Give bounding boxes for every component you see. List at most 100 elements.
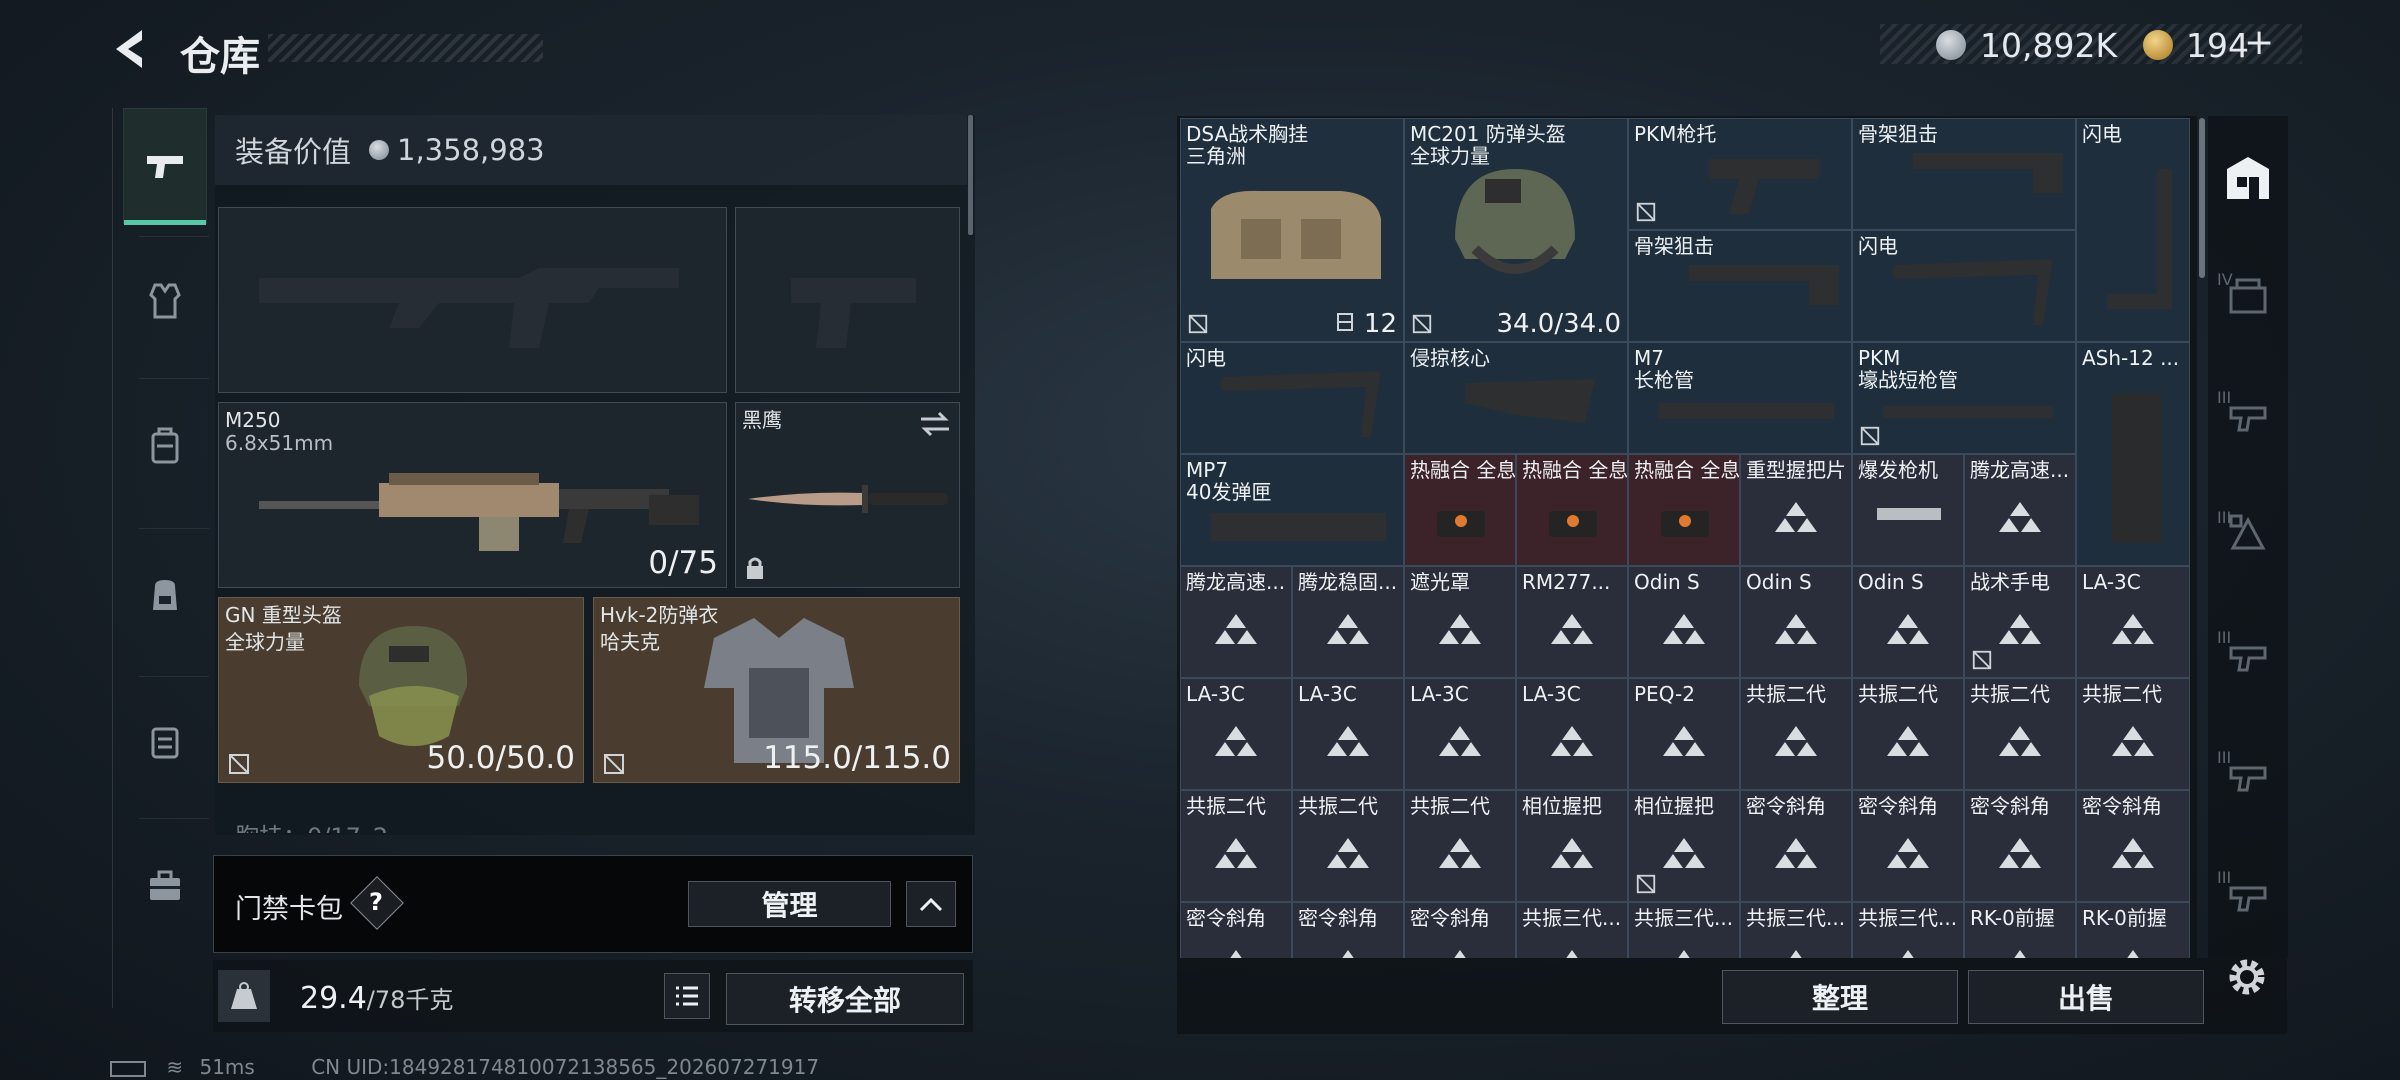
nav-item-backpack[interactable] (123, 536, 207, 652)
item-cell[interactable]: DSA战术胸挂 三角洲 12 (1180, 118, 1404, 342)
item-cell[interactable]: MC201 防弹头盔 全球力量 34.0/34.0 (1404, 118, 1628, 342)
category-tier-3-c[interactable]: III (2215, 620, 2281, 686)
item-cell[interactable]: 闪电 (1852, 230, 2076, 342)
item-cell[interactable]: 骨架狙击 (1628, 230, 1852, 342)
melee-name: 黑鹰 (742, 408, 782, 432)
item-cell[interactable]: RM277... (1516, 566, 1628, 678)
category-tier-3-b[interactable]: III (2215, 500, 2281, 566)
swap-icon[interactable] (919, 411, 951, 437)
item-cell[interactable]: 密令斜角 (1852, 790, 1964, 902)
item-cell[interactable]: 密令斜角 (1740, 790, 1852, 902)
item-cell[interactable]: Odin S (1852, 566, 1964, 678)
item-cell[interactable]: 共振二代 (1964, 678, 2076, 790)
nav-item-armor[interactable] (123, 243, 207, 359)
loadout-scrollbar[interactable] (968, 115, 973, 235)
stash-scrollbar[interactable] (2199, 118, 2205, 278)
item-cell[interactable]: 共振三代... (1628, 902, 1740, 958)
nav-divider (139, 528, 209, 529)
nav-item-weapons[interactable] (123, 108, 207, 225)
category-tier-4[interactable]: IV (2215, 262, 2281, 328)
back-button[interactable] (108, 26, 154, 72)
settings-button[interactable] (2222, 952, 2272, 1002)
item-cell[interactable]: ASh-12 ... (2076, 342, 2190, 566)
item-cell[interactable]: PKM 壕战短枪管 (1852, 342, 2076, 454)
item-cell[interactable]: 腾龙稳固... (1292, 566, 1404, 678)
item-cell[interactable]: LA-3C (1404, 678, 1516, 790)
item-cell[interactable]: 密令斜角 (1404, 902, 1516, 958)
pistol-slot-empty[interactable] (735, 207, 960, 393)
sort-button[interactable]: 整理 (1722, 970, 1958, 1024)
item-cell[interactable]: Odin S (1740, 566, 1852, 678)
item-cell[interactable]: 共振三代... (1516, 902, 1628, 958)
category-tier-3-d[interactable]: III (2215, 740, 2281, 806)
item-cell[interactable]: LA-3C (1516, 678, 1628, 790)
item-cell[interactable]: LA-3C (2076, 566, 2190, 678)
item-cell[interactable]: Odin S (1628, 566, 1740, 678)
item-cell[interactable]: MP7 40发弹匣 (1180, 454, 1404, 566)
placeholder-triangle-icon (1215, 837, 1257, 868)
nav-item-chest-rig[interactable] (123, 388, 207, 504)
item-cell[interactable]: 重型握把片 (1740, 454, 1852, 566)
item-cell[interactable]: 闪电 (2076, 118, 2190, 342)
item-cell[interactable]: LA-3C (1180, 678, 1292, 790)
item-name: LA-3C (1298, 682, 1357, 706)
item-name: ASh-12 ... (2082, 346, 2180, 370)
manage-button[interactable]: 管理 (688, 881, 891, 927)
item-cell[interactable]: 共振二代 (2076, 678, 2190, 790)
item-cell[interactable]: 热融合 全息 (1516, 454, 1628, 566)
item-cell[interactable]: RK-0前握 (1964, 902, 2076, 958)
item-cell[interactable]: 相位握把 (1628, 790, 1740, 902)
item-cell[interactable]: 密令斜角 (1964, 790, 2076, 902)
item-name: LA-3C (2082, 570, 2141, 594)
item-cell[interactable]: 共振二代 (1292, 790, 1404, 902)
item-cell[interactable]: 密令斜角 (1292, 902, 1404, 958)
placeholder-triangle-icon (1999, 837, 2041, 868)
wifi-icon: ≋ (166, 1055, 184, 1079)
item-cell[interactable]: 密令斜角 (1180, 902, 1292, 958)
item-sub: 长枪管 (1634, 368, 1694, 392)
item-cell[interactable]: 战术手电 (1964, 566, 2076, 678)
list-view-button[interactable] (664, 973, 710, 1019)
item-cell[interactable]: 热融合 全息 (1628, 454, 1740, 566)
transfer-all-button[interactable]: 转移全部 (726, 973, 964, 1025)
category-tier-3-e[interactable]: III (2215, 860, 2281, 926)
item-cell[interactable]: 共振二代 (1740, 678, 1852, 790)
primary-weapon-slot[interactable]: M250 6.8x51mm 0/75 (218, 402, 727, 588)
placeholder-triangle-icon (1775, 725, 1817, 756)
item-cell[interactable]: 共振二代 (1180, 790, 1292, 902)
item-cell[interactable]: LA-3C (1292, 678, 1404, 790)
item-cell[interactable]: 热融合 全息 (1404, 454, 1516, 566)
primary-weapon-slot-empty[interactable] (218, 207, 727, 393)
item-cell[interactable]: PKM枪托 (1628, 118, 1852, 230)
item-cell[interactable]: 遮光罩 (1404, 566, 1516, 678)
item-cell[interactable]: RK-0前握 (2076, 902, 2190, 958)
keycard-label: 门禁卡包 (235, 894, 343, 925)
sell-button[interactable]: 出售 (1968, 970, 2204, 1024)
item-cell[interactable]: 共振二代 (1404, 790, 1516, 902)
category-tier-3-a[interactable]: III (2215, 380, 2281, 446)
item-cell[interactable]: 共振三代... (1740, 902, 1852, 958)
item-cell[interactable]: 相位握把 (1516, 790, 1628, 902)
item-cell[interactable]: 共振二代 (1852, 678, 1964, 790)
item-cell[interactable]: 侵掠核心 (1404, 342, 1628, 454)
placeholder-triangle-icon (1887, 837, 1929, 868)
item-name: LA-3C (1410, 682, 1469, 706)
item-cell[interactable]: 密令斜角 (2076, 790, 2190, 902)
collapse-button[interactable] (906, 881, 956, 927)
item-cell[interactable]: 闪电 (1180, 342, 1404, 454)
item-cell[interactable]: 爆发枪机 (1852, 454, 1964, 566)
armor-slot[interactable]: Hvk-2防弹衣 哈夫克 115.0/115.0 (593, 597, 960, 783)
item-cell[interactable]: PEQ-2 (1628, 678, 1740, 790)
item-cell[interactable]: 腾龙高速... (1180, 566, 1292, 678)
melee-slot[interactable]: 黑鹰 (735, 402, 960, 588)
item-cell[interactable]: M7 长枪管 (1628, 342, 1852, 454)
nav-item-safebox[interactable] (123, 683, 207, 799)
vest-icon (149, 283, 181, 319)
category-all[interactable] (2215, 145, 2281, 211)
item-cell[interactable]: 骨架狙击 (1852, 118, 2076, 230)
item-cell[interactable]: 共振三代... (1852, 902, 1964, 958)
add-currency-button[interactable]: + (2244, 22, 2274, 63)
helmet-slot[interactable]: GN 重型头盔 全球力量 50.0/50.0 (218, 597, 584, 783)
nav-item-toolbox[interactable] (123, 828, 207, 944)
item-cell[interactable]: 腾龙高速... (1964, 454, 2076, 566)
